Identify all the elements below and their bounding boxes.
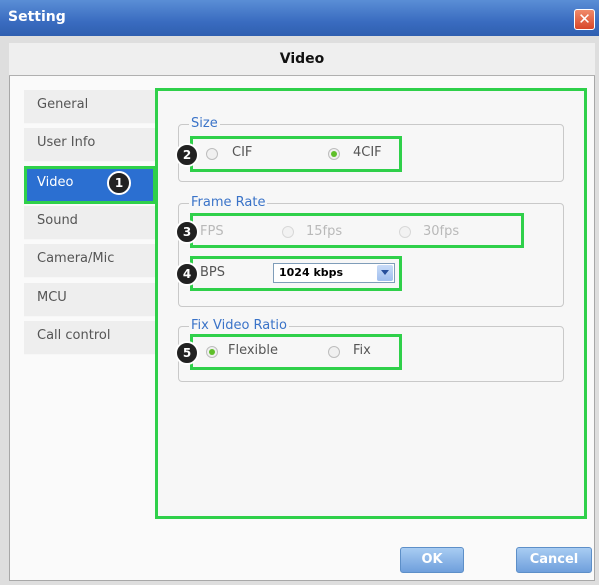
callout-badge-2: 2 — [175, 143, 199, 167]
bps-select-value: 1024 kbps — [279, 266, 344, 279]
window-title: Setting — [8, 9, 66, 25]
sidebar-item-label: Video — [37, 175, 74, 190]
sidebar-item-call-control[interactable]: Call control — [24, 321, 156, 355]
size-group-label: Size — [189, 116, 220, 131]
sidebar-item-label: Camera/Mic — [37, 251, 115, 266]
radio-cif[interactable] — [206, 148, 218, 160]
sidebar-item-user-info[interactable]: User Info — [24, 128, 156, 162]
sidebar-item-sound[interactable]: Sound — [24, 206, 156, 240]
radio-cif-label: CIF — [232, 145, 253, 160]
frame-rate-group-label: Frame Rate — [189, 195, 268, 210]
page-title: Video — [279, 51, 325, 67]
radio-fix[interactable] — [328, 346, 340, 358]
sidebar-item-camera-mic[interactable]: Camera/Mic — [24, 244, 156, 278]
sidebar-item-label: User Info — [37, 135, 96, 150]
window-titlebar: Setting ✕ — [0, 0, 599, 36]
sidebar-item-mcu[interactable]: MCU — [24, 283, 156, 317]
callout-badge-1: 1 — [107, 171, 131, 195]
radio-fix-label: Fix — [353, 343, 371, 358]
callout-badge-5: 5 — [175, 341, 199, 365]
sidebar-item-video[interactable]: Video — [24, 166, 156, 204]
bps-select[interactable]: 1024 kbps — [273, 263, 395, 283]
cancel-button[interactable]: Cancel — [516, 547, 592, 573]
radio-4cif[interactable] — [328, 148, 340, 160]
fps-highlight — [190, 213, 524, 248]
sidebar-item-general[interactable]: General — [24, 90, 156, 124]
chevron-down-icon[interactable] — [377, 265, 393, 281]
section-header: Video — [9, 43, 595, 76]
fps-label: FPS — [200, 224, 224, 239]
close-icon[interactable]: ✕ — [574, 9, 595, 30]
bps-label: BPS — [200, 265, 226, 280]
video-ratio-group-label: Fix Video Ratio — [189, 318, 289, 333]
sidebar-item-label: General — [37, 97, 89, 112]
radio-15fps[interactable] — [282, 226, 294, 238]
sidebar-item-label: Sound — [37, 213, 78, 228]
radio-flexible[interactable] — [206, 346, 218, 358]
radio-15fps-label: 15fps — [306, 224, 343, 239]
radio-30fps-label: 30fps — [423, 224, 460, 239]
ok-button[interactable]: OK — [400, 547, 464, 573]
radio-flexible-label: Flexible — [228, 343, 279, 358]
callout-badge-3: 3 — [175, 220, 199, 244]
sidebar-item-label: Call control — [37, 328, 111, 343]
radio-30fps[interactable] — [399, 226, 411, 238]
sidebar-item-label: MCU — [37, 290, 67, 305]
callout-badge-4: 4 — [175, 262, 199, 286]
radio-4cif-label: 4CIF — [353, 145, 382, 160]
